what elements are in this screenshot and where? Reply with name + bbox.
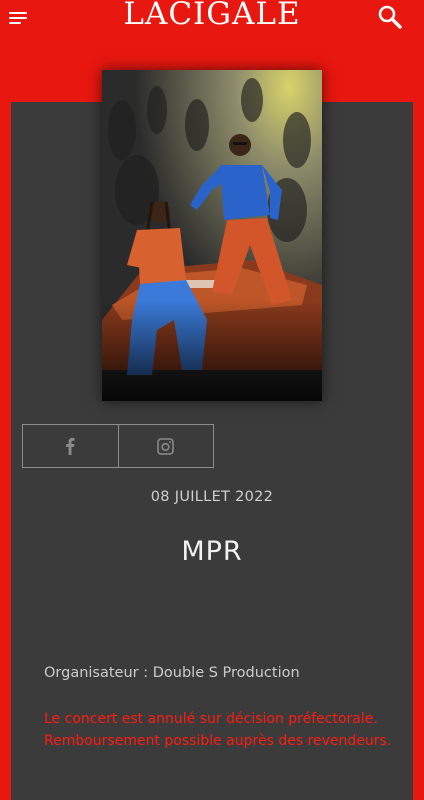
social-share-bar: [22, 424, 214, 468]
search-icon[interactable]: [377, 4, 403, 30]
cancellation-notice: Le concert est annulé sur décision préfe…: [44, 711, 392, 749]
event-date: 08 JUILLET 2022: [150, 489, 274, 505]
facebook-icon: [66, 437, 75, 455]
event-title: MPR: [181, 536, 243, 567]
instagram-button[interactable]: [117, 425, 214, 467]
instagram-icon: [157, 437, 175, 455]
event-organizer: Organisateur : Double S Production: [44, 665, 300, 681]
site-logo[interactable]: LACIGALE: [0, 0, 424, 31]
event-poster: [102, 70, 322, 401]
facebook-button[interactable]: [23, 425, 118, 467]
